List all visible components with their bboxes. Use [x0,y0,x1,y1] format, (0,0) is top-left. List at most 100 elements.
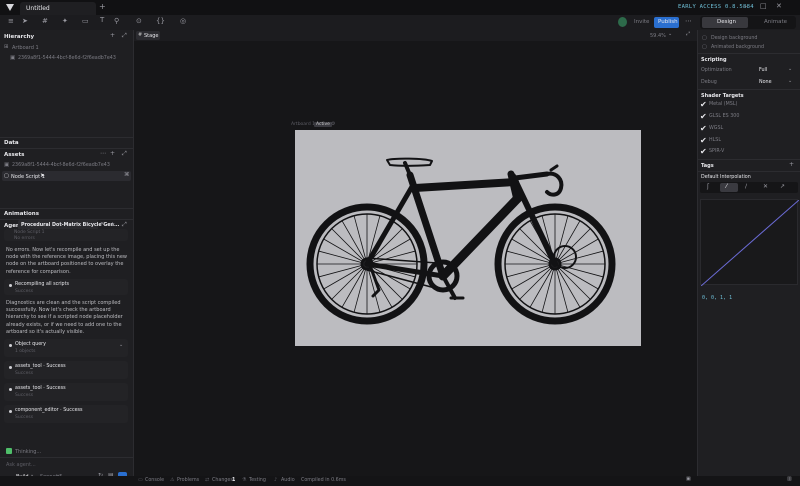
debug-chevron-icon[interactable]: ⌄ [788,79,792,84]
menu-icon[interactable]: ≡ [8,18,14,25]
layout-toggle-icon[interactable]: ▣ [686,477,691,482]
shape-tool-icon[interactable]: ▭ [82,18,89,25]
status-testing[interactable]: Testing [249,478,266,483]
hierarchy-child[interactable]: 2369a8f1-5444-4bcf-8e6d-f2f6eadb7e43 [18,56,116,61]
artboard[interactable] [295,130,641,346]
step-4-dot [9,388,12,391]
bicycle-image [295,130,641,346]
curve-graph[interactable] [700,199,800,287]
app-logo[interactable] [6,4,14,11]
shader-check-icon[interactable]: ✔ [700,147,707,156]
artboard-label[interactable]: Artboard 1 [291,122,315,127]
agent-add-icon[interactable]: + [110,222,115,228]
hierarchy-root[interactable]: Artboard 1 [12,45,39,51]
hierarchy-expand-icon[interactable]: ⤢ [122,33,127,39]
more-icon[interactable]: ⋯ [685,18,692,25]
shader-check-icon[interactable]: ✔ [700,112,707,121]
step-2-chevron-icon[interactable]: ⌄ [119,343,123,348]
select-tool-icon[interactable]: ➤ [22,18,28,25]
agent-input[interactable]: Ask agent... [6,462,36,468]
hierarchy-add-icon[interactable]: + [110,33,115,39]
status-console[interactable]: Console [145,478,164,483]
tab-animate[interactable]: Animate [764,19,787,25]
prev-item: Node Script 1 [14,230,45,235]
thinking-indicator-icon [6,448,12,454]
step-2-dot [9,344,12,347]
data-panel-title: Data [4,140,19,146]
logo-icon [6,4,14,11]
tags-add-icon[interactable]: + [789,162,794,168]
custom-interp-icon[interactable]: ↗ [780,184,785,190]
maximize-icon[interactable]: □ [760,3,767,10]
assets-title: Assets [4,152,25,158]
step-5-title: component_editor · Success [15,408,83,413]
share-button[interactable] [618,17,627,27]
document-tab-label: Untitled [26,5,50,12]
changes-icon: ⇄ [205,477,210,483]
status-problems[interactable]: Problems [177,478,199,483]
asset-item[interactable]: 2369a8f1-5444-4bcf-8e6d-f2f6eadb7e43 [12,163,110,168]
agent-session-title: Procedural Dot-Matrix Bicycle Gen... [21,223,120,228]
hierarchy-child-icon: ▣ [10,55,16,61]
linear-interp-button[interactable]: ⁄ [720,183,738,192]
artboard-settings-icon[interactable]: ⚙ [331,121,335,127]
scripting-title: Scripting [701,57,727,63]
new-tab-icon[interactable]: + [99,3,106,11]
agent-expand-icon[interactable]: ⤢ [122,222,127,228]
bone-tool-icon[interactable]: ⚲ [114,18,119,25]
debug-label: Debug [701,80,717,85]
script-link-icon[interactable]: ⌘ [124,172,130,179]
elastic-interp-icon[interactable]: ✕ [763,184,768,190]
zoom-chevron-icon[interactable]: ⌄ [668,32,672,37]
stage-tab-label: Stage [144,33,159,39]
text-tool-icon[interactable]: T [100,17,104,24]
shader-check-icon[interactable]: ✔ [700,124,707,133]
agent-close-icon[interactable]: ✕ [100,222,104,227]
minimize-icon[interactable]: – [744,3,748,10]
asset-image-icon: ▣ [4,162,10,168]
status-changes[interactable]: Changes [212,478,233,483]
status-compiled: Compiled in 0.6ms [301,478,346,483]
publish-button[interactable]: Publish [654,17,679,28]
animate-bg-icon: ▢ [702,44,707,50]
component-tool-icon[interactable]: ⊙ [136,18,142,25]
zoom-level[interactable]: 59.4% [650,33,666,39]
cubic-interp-icon[interactable]: ∕ [745,184,747,190]
animations-title: Animations [4,211,39,217]
design-bg-label[interactable]: Design background [711,36,757,41]
panel-toggle-icon[interactable]: ▥ [787,477,792,482]
prev-status: No errors [14,236,35,241]
assets-expand-icon[interactable]: ⤢ [122,151,127,157]
hold-interp-icon[interactable]: ʃ [707,184,709,190]
stage-tab[interactable]: # Stage [136,31,160,40]
step-5-status: Success [15,415,34,420]
assets-more-icon[interactable]: ⋯ [100,151,106,157]
assets-add-icon[interactable]: + [110,151,115,157]
debug-select[interactable]: None [759,80,772,85]
close-window-icon[interactable]: ✕ [776,3,782,10]
shader-check-icon[interactable]: ✔ [700,136,707,145]
pen-tool-icon[interactable]: ✦ [62,18,68,25]
stage-expand-icon[interactable]: ⤢ [686,32,690,37]
document-tab[interactable]: Untitled [20,2,96,15]
step-4-status: Success [15,393,34,398]
frame-tool-icon[interactable]: # [42,18,48,25]
console-icon: ▭ [138,477,143,483]
shader-item: SPIR-V [709,149,725,154]
step-3-status: Success [15,371,34,376]
script-tool-icon[interactable]: {} [156,18,165,25]
shader-check-icon[interactable]: ✔ [700,100,707,109]
optimization-chevron-icon[interactable]: ⌄ [788,67,792,72]
view-tool-icon[interactable]: ◎ [180,18,186,25]
share-label[interactable]: Invite [634,19,649,25]
optimization-select[interactable]: Full [759,68,767,73]
agent-message-1: No errors. Now let's recompile and set u… [6,247,128,275]
tags-title: Tags [701,163,714,169]
testing-icon: ⚗ [242,477,247,483]
shader-item: Metal (MSL) [709,102,738,107]
curve-values[interactable]: 0, 0, 1, 1 [702,295,732,301]
step-1-title: Recompiling all scripts [15,282,69,287]
status-audio[interactable]: Audio [281,478,295,483]
tab-design[interactable]: Design [702,17,748,28]
animate-bg-label[interactable]: Animated background [711,45,764,50]
